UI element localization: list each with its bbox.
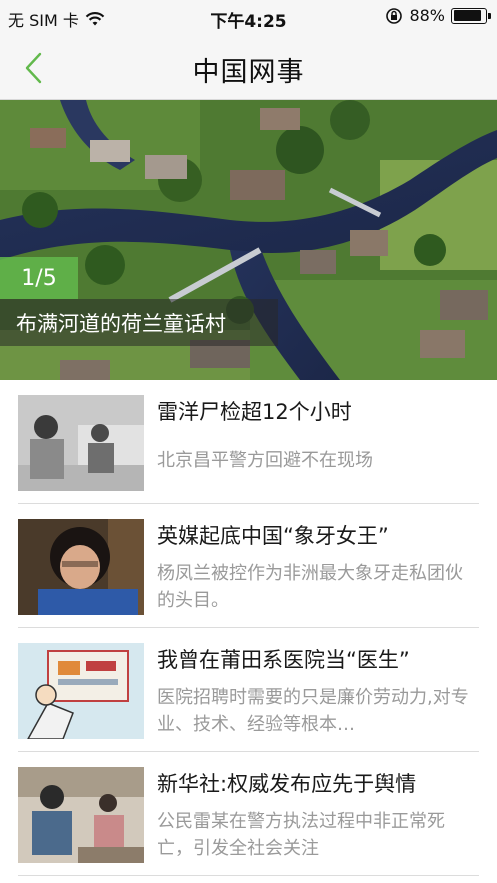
news-title: 新华社:权威发布应先于舆情: [157, 772, 417, 796]
news-item[interactable]: 新华社:权威发布应先于舆情 公民雷某在警方执法过程中非正常死亡，引发全社会关注: [0, 752, 497, 876]
news-summary: 杨凤兰被控作为非洲最大象牙走私团伙的头目。: [157, 563, 463, 611]
battery-percent: 88%: [409, 6, 445, 25]
news-item[interactable]: 我曾在莆田系医院当“医生” 医院招聘时需要的只是廉价劳动力,对专业、技术、经验等…: [0, 628, 497, 752]
battery-level: [453, 10, 481, 21]
status-bar: 无 SIM 卡 下午4:25 88%: [0, 0, 497, 34]
page-indicator: 1/5: [0, 257, 78, 299]
news-thumbnail: [18, 643, 144, 739]
news-summary: 医院招聘时需要的只是廉价劳动力,对专业、技术、经验等根本…: [157, 687, 469, 735]
news-summary: 北京昌平警方回避不在现场: [157, 450, 373, 471]
news-thumbnail: [18, 519, 144, 615]
news-title: 我曾在莆田系医院当“医生”: [157, 648, 410, 672]
news-summary: 公民雷某在警方执法过程中非正常死亡，引发全社会关注: [157, 811, 445, 859]
news-title: 雷洋尸检超12个小时: [157, 400, 352, 424]
battery-icon: [451, 7, 491, 24]
banner-carousel[interactable]: 1/5 布满河道的荷兰童话村: [0, 100, 497, 380]
banner-caption: 布满河道的荷兰童话村: [0, 299, 278, 346]
divider: [18, 875, 479, 876]
nav-bar: 中国网事: [0, 34, 497, 100]
news-item[interactable]: 英媒起底中国“象牙女王” 杨凤兰被控作为非洲最大象牙走私团伙的头目。: [0, 504, 497, 628]
orientation-lock-icon: [386, 7, 403, 24]
status-right: 88%: [385, 6, 491, 25]
news-thumbnail: [18, 395, 144, 491]
news-title: 英媒起底中国“象牙女王”: [157, 524, 389, 548]
news-thumbnail: [18, 767, 144, 863]
page-title: 中国网事: [192, 57, 305, 88]
news-item[interactable]: 雷洋尸检超12个小时 北京昌平警方回避不在现场: [0, 380, 497, 504]
